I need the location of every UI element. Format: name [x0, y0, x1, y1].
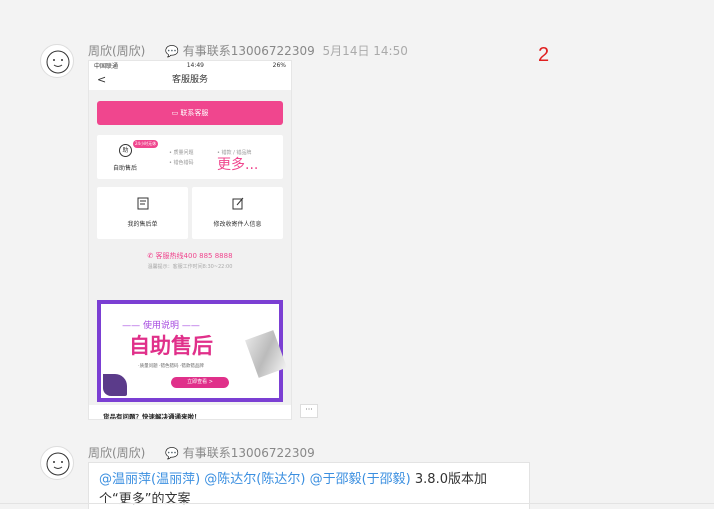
my-aftersale-card: 我的售后单	[97, 187, 188, 239]
edit-info-label: 修改收寄件人信息	[213, 221, 262, 228]
nav-title: 客服服务	[171, 75, 208, 85]
contact-service-label: 联系客服	[180, 109, 209, 117]
divider	[0, 503, 714, 504]
selfservice-item: • 错色错码	[169, 160, 194, 166]
banner-subtitle: ·质量问题 ·错色错码 ·错款错品牌	[138, 364, 204, 369]
signature-icon: 💬	[165, 447, 179, 460]
message-meta: 周欣(周欣) 💬 有事联系13006722309 5月14日 14:50	[88, 42, 408, 59]
hotline-label: 客服热线400 885 8888	[155, 252, 233, 260]
banner-heading: 自助售后	[129, 334, 213, 358]
message-bubble[interactable]: @温丽萍(温丽萍) @陈达尔(陈达尔) @于邵毅(于邵毅) 3.8.0版本加个“…	[88, 462, 530, 509]
nav-bar: < 客服服务	[89, 70, 291, 90]
selfservice-items: • 质量问题 • 错色错码	[169, 148, 194, 168]
banner-button: 立即查看 >	[171, 377, 229, 388]
phone-icon: ✆	[147, 252, 154, 260]
selfservice-label: 自助售后	[113, 165, 138, 172]
screenshot-image[interactable]: 中国联通 14:49 26% < 客服服务 ▭ 联系客服 助 24小时无休 自助…	[88, 60, 292, 420]
edit-info-card: 修改收寄件人信息	[192, 187, 283, 239]
more-actions-button[interactable]: ···	[300, 404, 318, 418]
selfservice-icon: 助	[119, 144, 132, 157]
annotation-number: 2	[538, 44, 550, 66]
avatar[interactable]	[40, 446, 74, 480]
avatar[interactable]	[40, 44, 74, 78]
mention-link[interactable]: @于邵毅(于邵毅)	[310, 472, 411, 487]
message-meta: 周欣(周欣) 💬 有事联系13006722309	[88, 444, 315, 461]
service-hours: 温馨提示：客服工作时间8:30~22:00	[147, 264, 233, 270]
sender-name[interactable]: 周欣(周欣)	[88, 446, 145, 460]
promo-banner: —— 使用说明 —— 自助售后 ·质量问题 ·错色错码 ·错款错品牌 立即查看 …	[97, 300, 287, 402]
edit-icon	[232, 197, 244, 210]
more-text: 更多...	[217, 157, 259, 173]
sender-signature: 有事联系13006722309	[182, 44, 315, 58]
sender-name[interactable]: 周欣(周欣)	[88, 44, 145, 58]
selfservice-card: 助 24小时无休 自助售后 • 质量问题 • 错色错码 • 错款 / 错品牌 更…	[97, 135, 283, 179]
status-carrier: 中国联通	[94, 63, 119, 70]
status-bar: 中国联通 14:49 26%	[89, 61, 291, 70]
selfservice-item: • 质量问题	[169, 150, 194, 156]
phone-footer-text: 货品有问题？快速解决通通来啦！	[89, 405, 291, 419]
sender-signature: 有事联系13006722309	[182, 446, 315, 460]
hotline-text: ✆ 客服热线400 885 8888	[89, 251, 291, 261]
my-aftersale-label: 我的售后单	[127, 221, 158, 228]
banner-decoration	[245, 330, 287, 378]
document-icon	[137, 197, 149, 210]
status-battery: 26%	[272, 62, 286, 69]
shoe-illustration	[103, 374, 127, 396]
mention-link[interactable]: @陈达尔(陈达尔)	[204, 472, 305, 487]
message-time: 5月14日 14:50	[322, 44, 408, 58]
status-time: 14:49	[186, 62, 204, 69]
selfservice-tag: 24小时无休	[133, 140, 159, 148]
signature-icon: 💬	[165, 45, 179, 58]
contact-service-button: ▭ 联系客服	[97, 101, 283, 125]
chat-icon: ▭	[171, 109, 179, 117]
mention-link[interactable]: @温丽萍(温丽萍)	[99, 472, 200, 487]
back-icon: <	[97, 73, 107, 86]
